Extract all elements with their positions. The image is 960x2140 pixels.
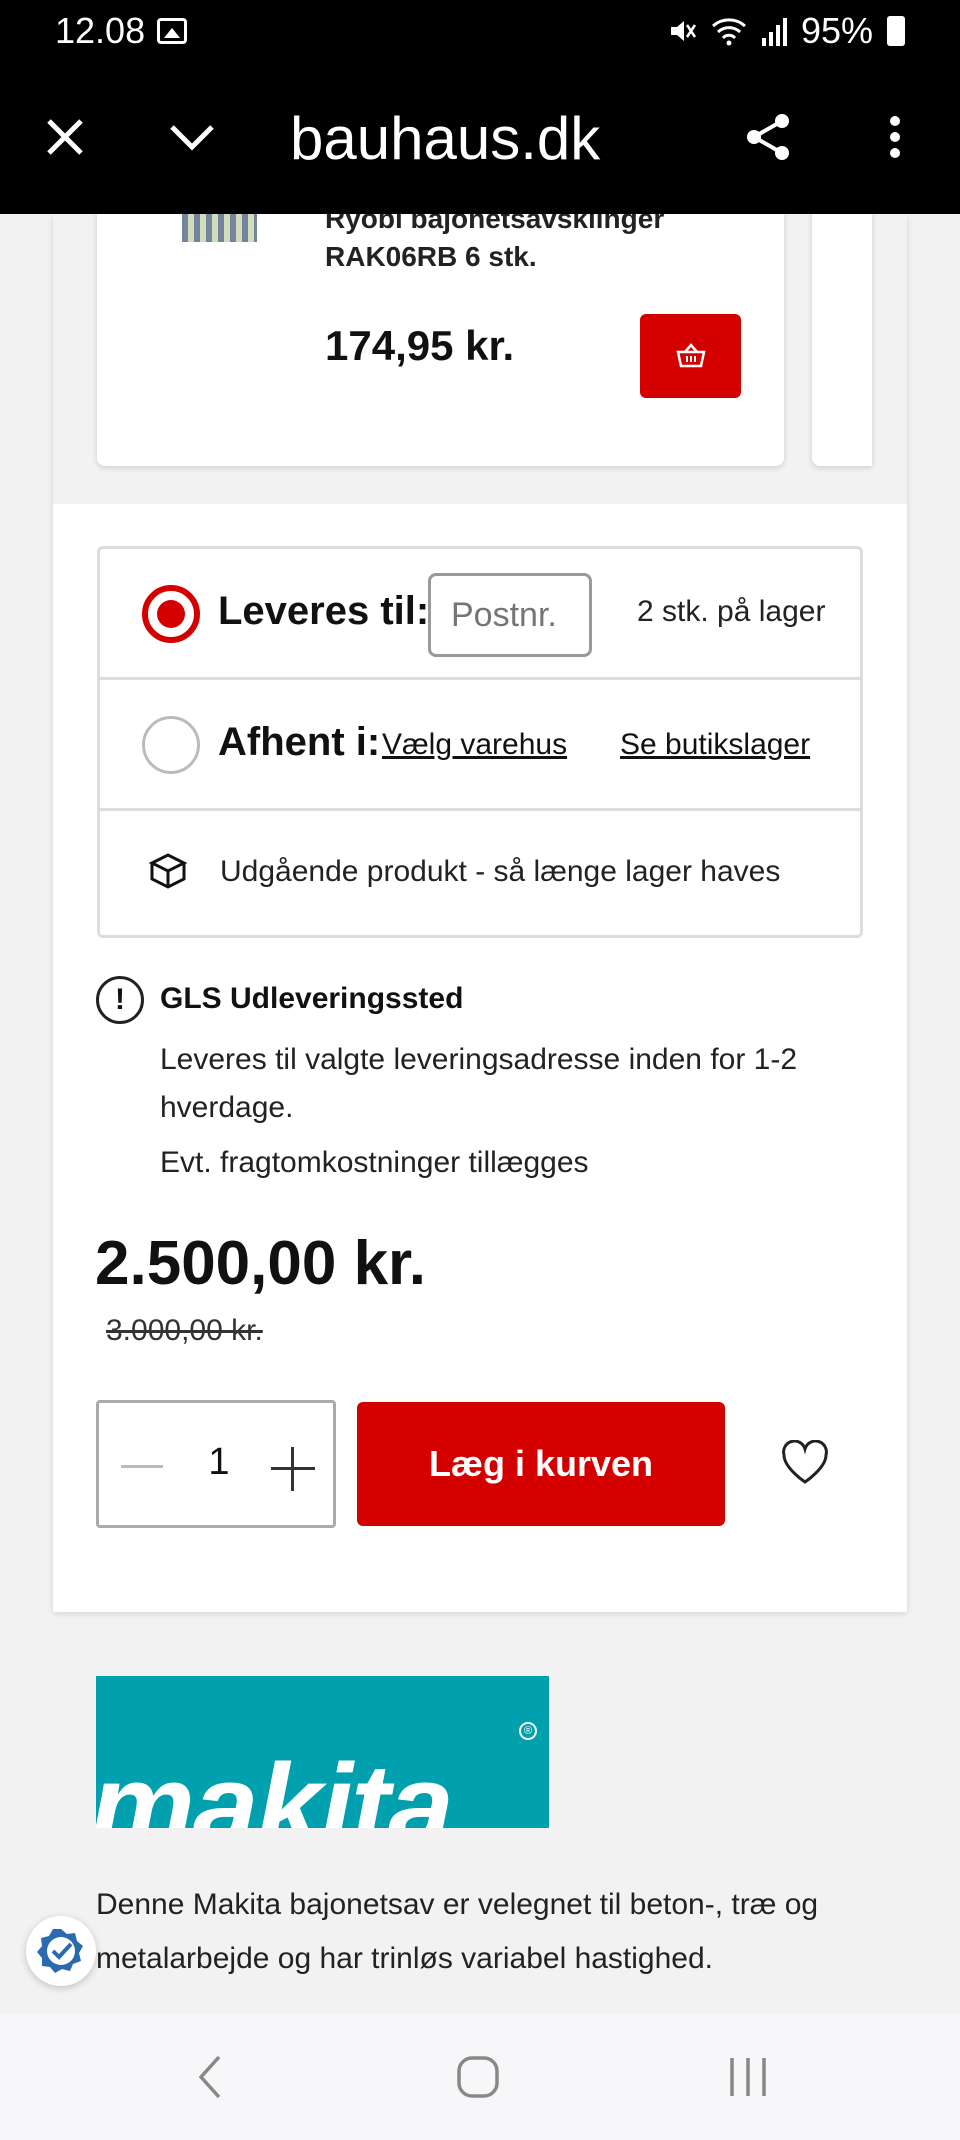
discontinued-text: Udgående produkt - så længe lager haves [220,855,781,888]
next-recommendation-card[interactable] [812,214,872,466]
battery-percent: 95% [800,10,873,51]
checkmark-badge-icon [37,1929,83,1973]
share-button[interactable] [733,102,803,172]
pickup-row[interactable]: Afhent i: Vælg varehus Se butikslager [100,680,860,811]
info-icon: ! [96,976,144,1024]
system-navigation-bar [0,2014,960,2140]
back-button[interactable] [170,2042,250,2112]
more-vert-icon [890,116,900,158]
deliver-label: Leveres til: [218,589,430,633]
wifi-icon [711,18,746,46]
shipping-title: GLS Udleveringssted [160,982,464,1015]
more-options-button[interactable] [860,102,930,172]
pickup-label: Afhent i: [218,720,381,764]
status-bar: 12.08 95% [0,0,960,62]
page-content: Ryobi bajonetsavsklinger RAK06RB 6 stk. … [0,214,960,2014]
status-time: 12.08 [55,10,146,51]
url-text[interactable]: bauhaus.dk [290,104,600,173]
old-price: 3.000,00 kr. [106,1314,263,1347]
recommendation-name[interactable]: Ryobi bajonetsavsklinger RAK06RB 6 stk. [325,214,745,276]
share-icon [747,114,789,160]
postnr-input[interactable] [428,573,592,657]
trust-badge[interactable] [26,1916,96,1986]
discontinued-row: Udgående produkt - så længe lager haves [100,811,860,935]
add-to-basket-button[interactable] [640,314,741,398]
makita-logo-text: makita [96,1740,454,1828]
shipping-cost-note: Evt. fragtomkostninger tillægges [160,1146,589,1179]
makita-logo: makita ® [96,1676,549,1828]
pickup-radio[interactable] [142,716,200,774]
status-indicators: 95% [667,10,905,52]
quantity-stepper: 1 [96,1400,336,1528]
minimize-button[interactable] [157,102,227,172]
chevron-down-icon [170,125,214,151]
basket-icon [675,343,706,368]
home-button[interactable] [438,2042,518,2112]
deliver-radio[interactable] [142,585,200,643]
image-notification-icon [157,18,187,44]
close-tab-button[interactable] [30,102,100,172]
recent-apps-button[interactable] [708,2042,788,2112]
stock-status: 2 stk. på lager [637,595,826,628]
choose-store-link[interactable]: Vælg varehus [382,728,567,762]
shipping-text: Leveres til valgte leveringsadresse inde… [160,1043,798,1124]
current-price: 2.500,00 kr. [95,1229,426,1298]
home-icon [457,2056,499,2098]
product-thumbnail [182,214,257,242]
signal-icon [761,18,787,46]
recommendation-card[interactable]: Ryobi bajonetsavsklinger RAK06RB 6 stk. … [97,214,784,466]
recommendation-price: 174,95 kr. [325,322,515,369]
increase-quantity-button[interactable] [271,1447,315,1491]
favorite-heart-icon[interactable] [780,1440,830,1486]
battery-icon [887,16,905,46]
registered-mark: ® [519,1722,537,1740]
browser-toolbar: bauhaus.dk [0,62,960,214]
box-icon [148,853,188,889]
back-chevron-icon [198,2055,221,2099]
quantity-value[interactable]: 1 [199,1441,239,1484]
delivery-options: Leveres til: 2 stk. på lager Afhent i: V… [97,546,863,938]
store-stock-link[interactable]: Se butikslager [620,728,810,762]
delivery-row[interactable]: Leveres til: 2 stk. på lager [100,549,860,680]
add-to-cart-button[interactable]: Læg i kurven [357,1402,725,1526]
recent-apps-icon [730,2058,766,2096]
decrease-quantity-button[interactable] [121,1465,163,1468]
mute-icon [670,21,696,41]
product-description: Denne Makita bajonetsav er velegnet til … [96,1888,819,1975]
close-icon [47,119,83,155]
